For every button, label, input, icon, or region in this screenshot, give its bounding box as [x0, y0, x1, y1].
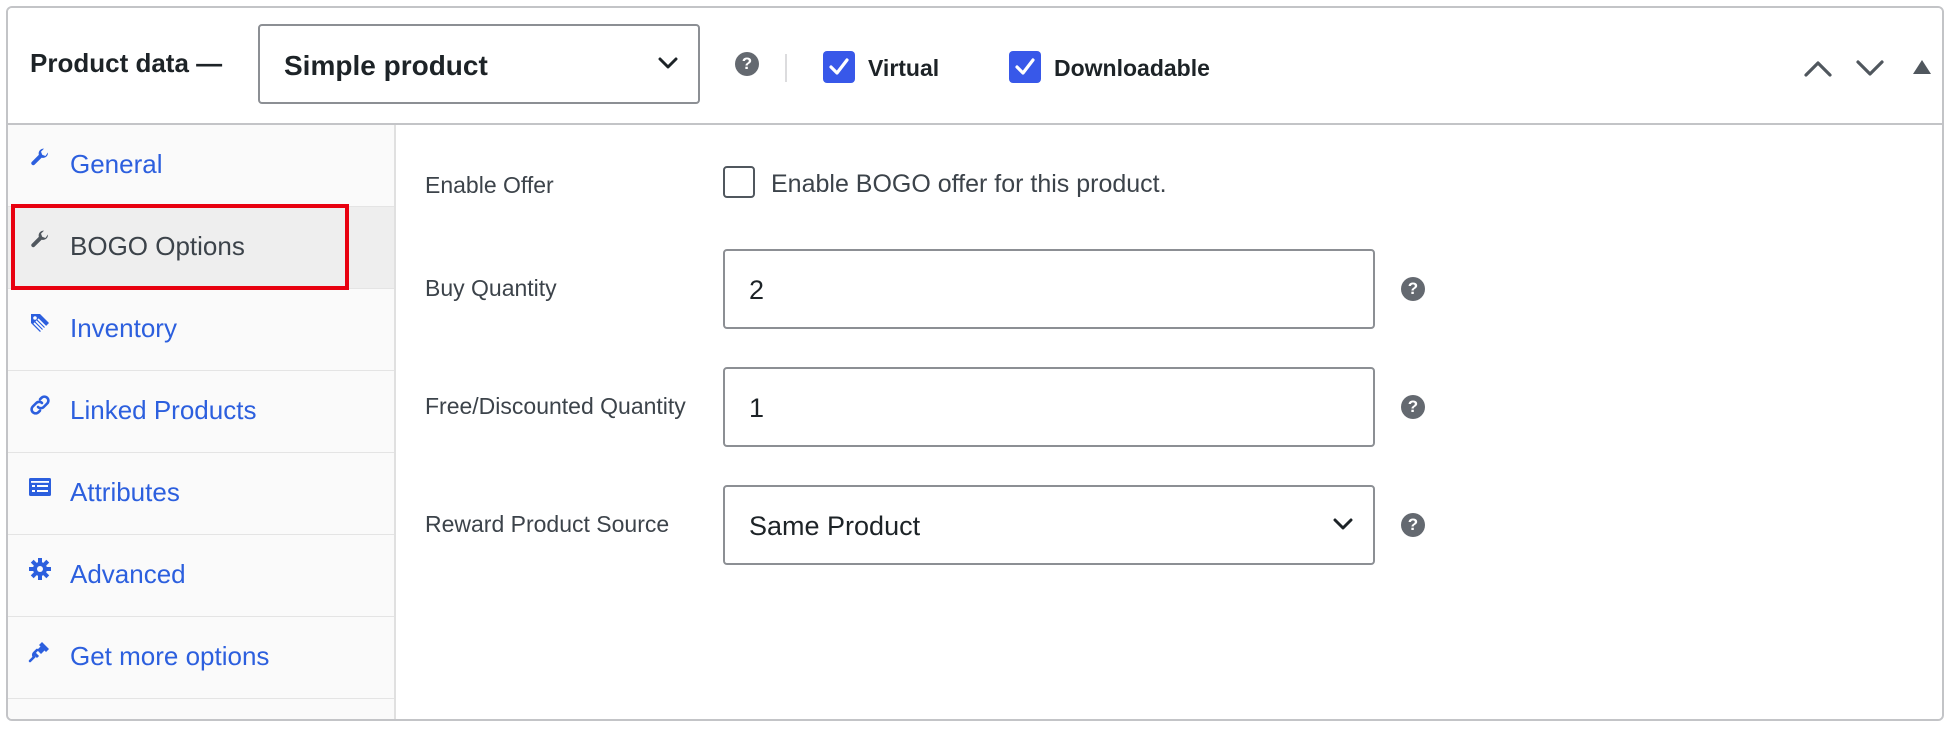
move-up-icon[interactable] — [1803, 58, 1833, 78]
chevron-down-icon — [658, 57, 678, 69]
tab-get-more-options[interactable]: Get more options — [8, 617, 394, 699]
downloadable-label[interactable]: Downloadable — [1054, 55, 1210, 82]
downloadable-checkbox[interactable] — [1009, 51, 1041, 83]
panel-title: Product data — — [30, 48, 223, 78]
enable-offer-label: Enable Offer — [425, 172, 554, 198]
buy-quantity-label: Buy Quantity — [425, 275, 557, 301]
free-quantity-label: Free/Discounted Quantity — [425, 393, 686, 419]
buy-quantity-value: 2 — [749, 275, 765, 305]
virtual-label[interactable]: Virtual — [868, 55, 939, 82]
tab-label: Get more options — [70, 641, 270, 671]
checkmark-icon — [829, 58, 849, 75]
tab-label: General — [70, 149, 163, 179]
tab-bogo-options[interactable]: BOGO Options — [8, 207, 394, 289]
gear-icon — [29, 558, 51, 580]
tab-label: Advanced — [70, 559, 186, 589]
free-quantity-input[interactable]: 1 — [723, 367, 1375, 447]
checkmark-icon — [1015, 58, 1035, 75]
buy-quantity-input[interactable]: 2 — [723, 249, 1375, 329]
link-icon — [30, 395, 50, 415]
product-type-select[interactable]: Simple product — [258, 24, 700, 104]
free-quantity-help-icon[interactable]: ? — [1401, 395, 1425, 419]
enable-offer-checkbox[interactable] — [723, 166, 755, 198]
tag-icon — [31, 314, 49, 332]
tab-advanced[interactable]: Advanced — [8, 535, 394, 617]
reward-source-label: Reward Product Source — [425, 511, 670, 537]
tab-label: BOGO Options — [70, 231, 245, 261]
buy-quantity-help-icon[interactable]: ? — [1401, 277, 1425, 301]
product-data-header: Product data — Simple product ? Virtual … — [8, 8, 1942, 125]
product-type-help-icon[interactable]: ? — [735, 52, 759, 76]
reward-source-help-icon[interactable]: ? — [1401, 513, 1425, 537]
tab-linked-products[interactable]: Linked Products — [8, 371, 394, 453]
list-icon — [29, 478, 51, 496]
tab-general[interactable]: General — [8, 125, 394, 207]
bogo-options-panel: Enable Offer Enable BOGO offer for this … — [398, 125, 1942, 719]
product-type-value: Simple product — [284, 50, 488, 81]
chevron-down-icon — [1333, 518, 1353, 530]
tab-attributes[interactable]: Attributes — [8, 453, 394, 535]
tab-label: Linked Products — [70, 395, 257, 425]
reward-source-select[interactable]: Same Product — [723, 485, 1375, 565]
reward-source-value: Same Product — [749, 511, 921, 541]
header-divider — [785, 54, 787, 82]
product-data-tabs: General BOGO Options Inventory Linked Pr… — [8, 125, 396, 719]
wrench-icon — [31, 230, 49, 248]
plug-icon — [28, 642, 49, 663]
tab-label: Attributes — [70, 477, 180, 507]
enable-offer-description[interactable]: Enable BOGO offer for this product. — [771, 170, 1167, 199]
move-down-icon[interactable] — [1855, 58, 1885, 78]
tab-inventory[interactable]: Inventory — [8, 289, 394, 371]
wrench-icon — [31, 148, 49, 166]
product-data-panel: Product data — Simple product ? Virtual … — [6, 6, 1944, 721]
free-quantity-value: 1 — [749, 393, 765, 423]
virtual-checkbox[interactable] — [823, 51, 855, 83]
tab-label: Inventory — [70, 313, 177, 343]
collapse-toggle-icon[interactable] — [1913, 60, 1931, 74]
